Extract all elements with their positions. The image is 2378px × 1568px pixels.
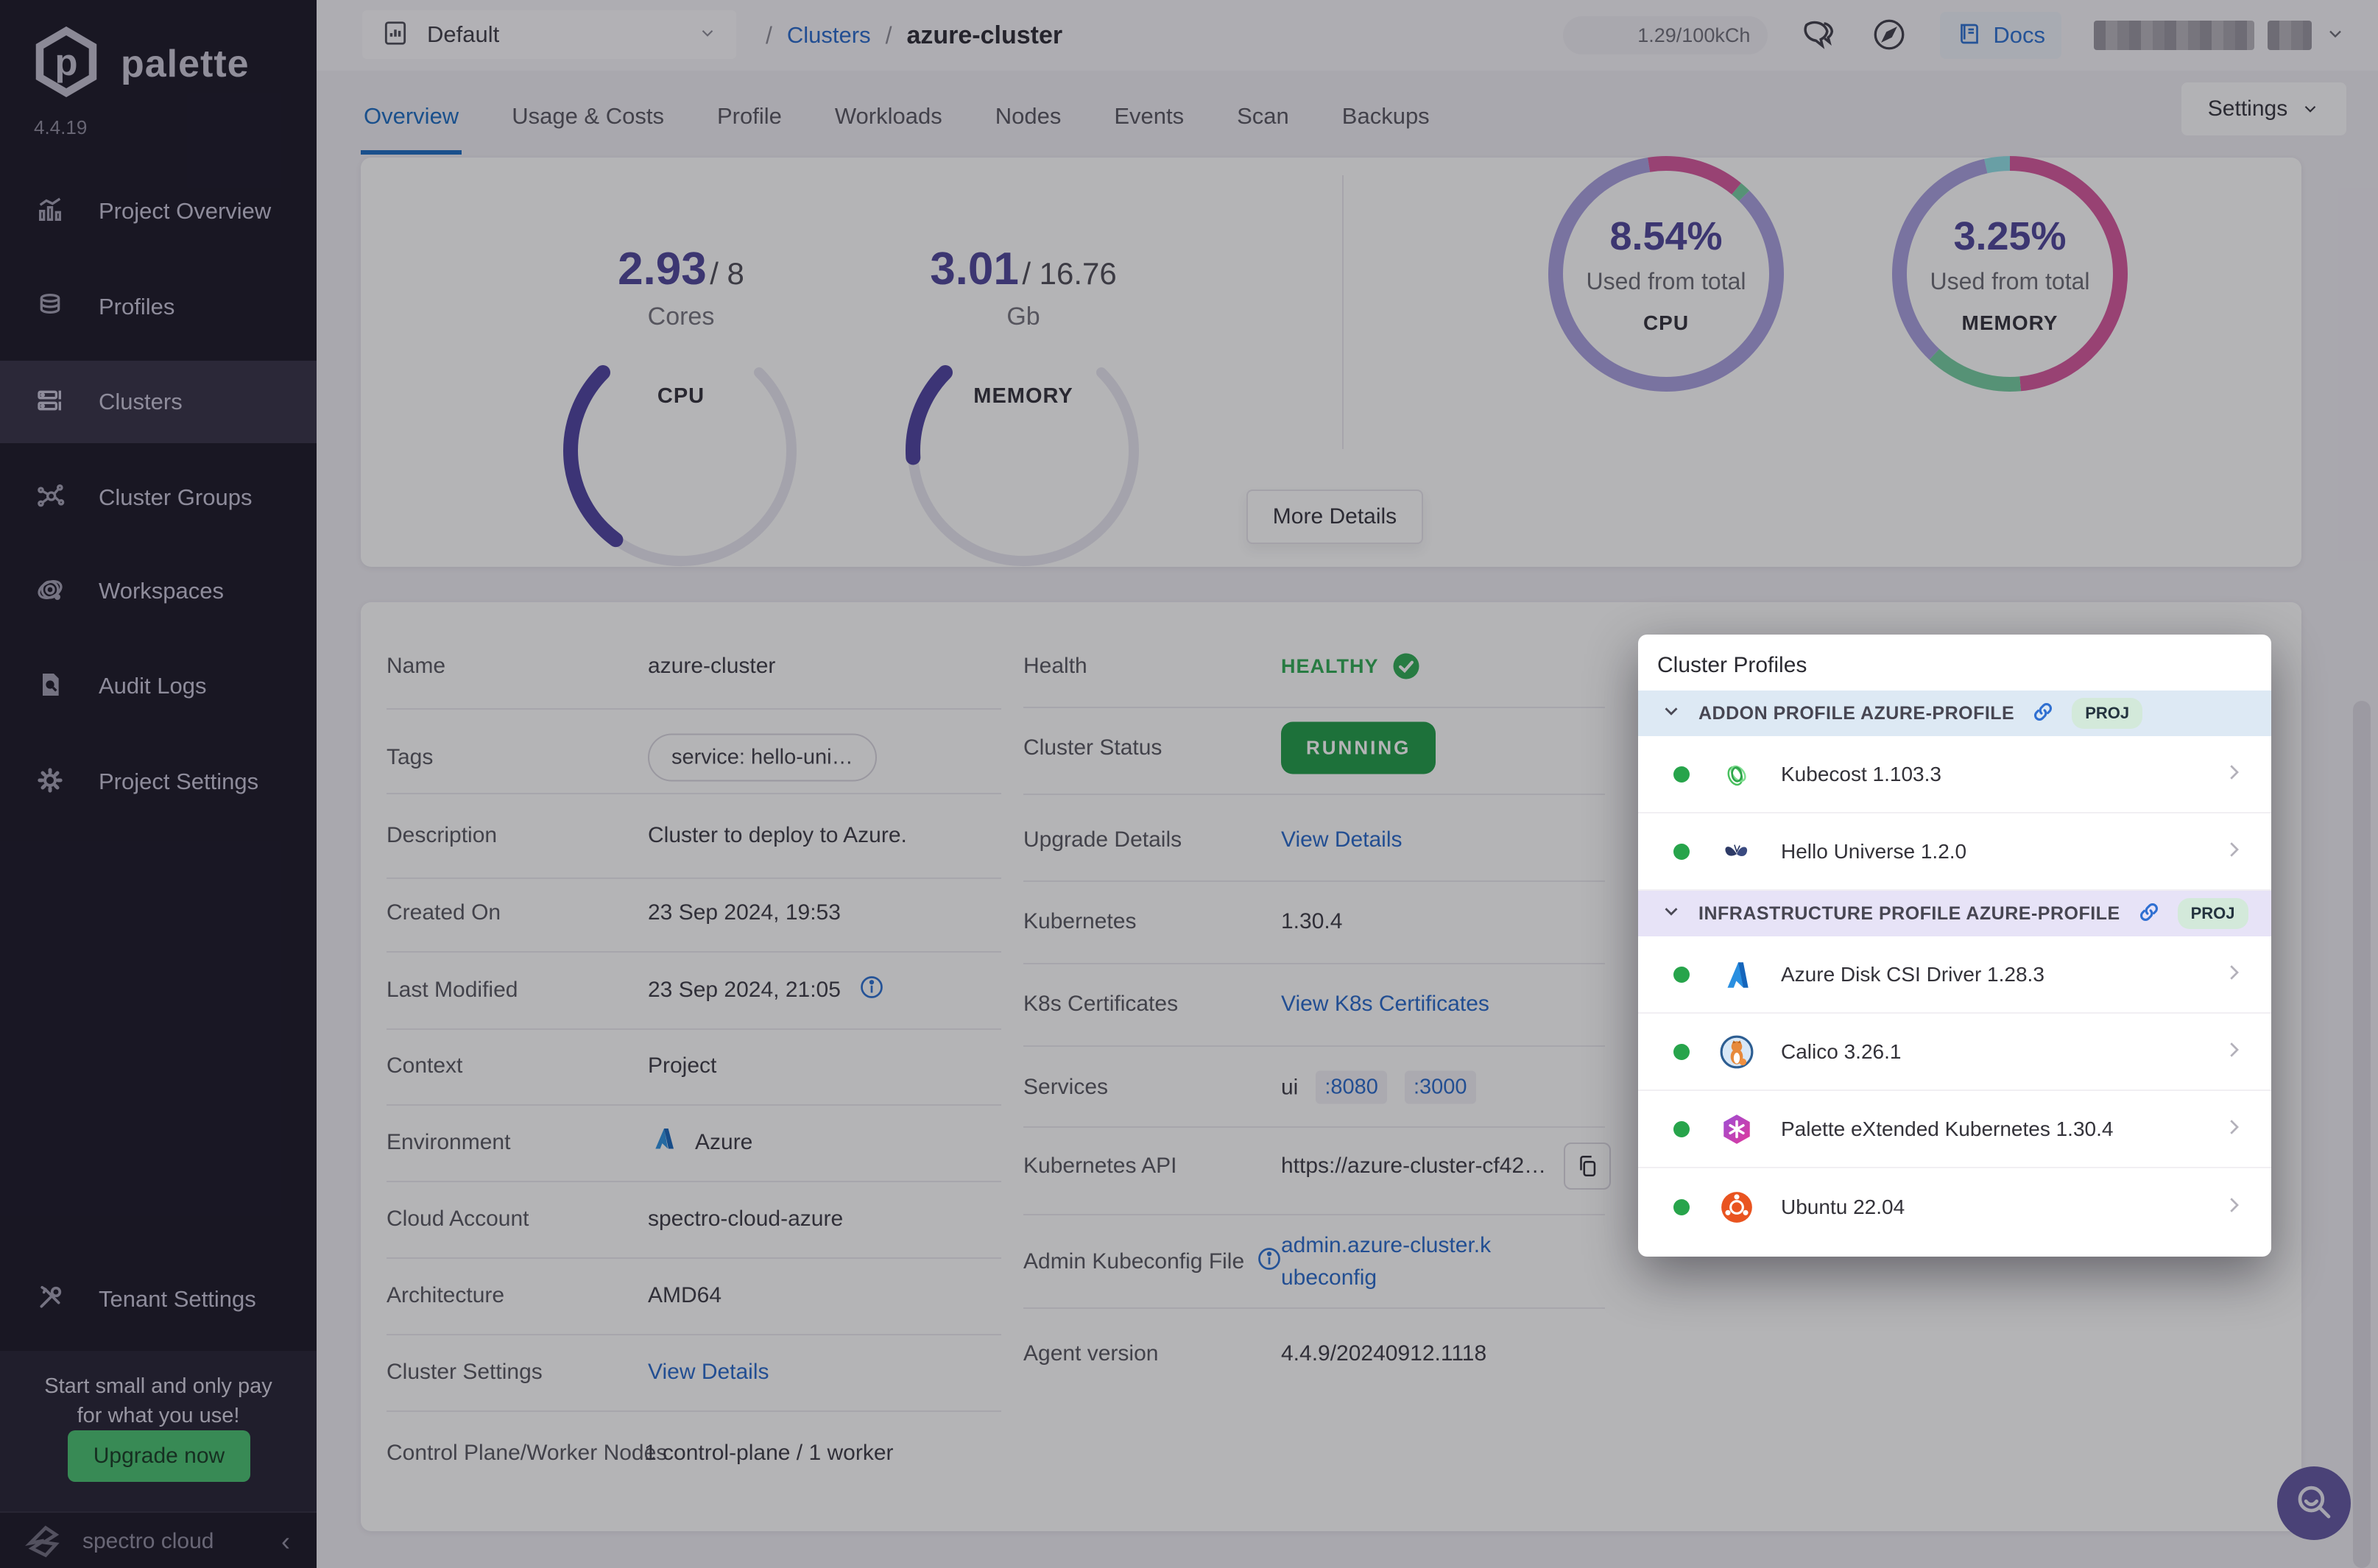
ubuntu-icon xyxy=(1719,1190,1754,1225)
scope-badge: PROJ xyxy=(2072,698,2142,729)
link-icon[interactable] xyxy=(2031,699,2056,728)
pxk-icon xyxy=(1719,1112,1754,1147)
profile-layer-label: Calico 3.26.1 xyxy=(1781,1040,1901,1064)
profile-layer-palette-extended-k8s[interactable]: Palette eXtended Kubernetes 1.30.4 xyxy=(1638,1091,2271,1168)
chevron-right-icon xyxy=(2223,761,2245,787)
chevron-right-icon xyxy=(2223,1116,2245,1142)
section-title: ADDON PROFILE AZURE-PROFILE xyxy=(1698,703,2014,724)
azure-icon xyxy=(1719,957,1754,992)
profile-layer-azure-disk-csi[interactable]: Azure Disk CSI Driver 1.28.3 xyxy=(1638,936,2271,1014)
profile-layer-label: Ubuntu 22.04 xyxy=(1781,1196,1905,1219)
status-dot xyxy=(1673,1044,1690,1060)
profile-layer-calico[interactable]: Calico 3.26.1 xyxy=(1638,1014,2271,1091)
cluster-profiles-panel: Cluster Profiles ADDON PROFILE AZURE-PRO… xyxy=(1638,635,2271,1257)
chevron-down-icon xyxy=(1660,700,1682,727)
profile-layer-label: Kubecost 1.103.3 xyxy=(1781,763,1941,786)
profile-layer-label: Palette eXtended Kubernetes 1.30.4 xyxy=(1781,1117,2113,1141)
calico-icon xyxy=(1719,1034,1754,1070)
scope-badge: PROJ xyxy=(2178,898,2248,929)
kubecost-icon xyxy=(1719,757,1754,792)
palette-cluster-overview-screen: p palette 4.4.19 Project Overview Profil… xyxy=(0,0,2378,1568)
section-title: INFRASTRUCTURE PROFILE AZURE-PROFILE xyxy=(1698,903,2120,925)
status-dot xyxy=(1673,967,1690,983)
status-dot xyxy=(1673,766,1690,783)
addon-profile-section-header[interactable]: ADDON PROFILE AZURE-PROFILE PROJ xyxy=(1638,691,2271,736)
profile-layer-ubuntu[interactable]: Ubuntu 22.04 xyxy=(1638,1168,2271,1246)
chevron-right-icon xyxy=(2223,1194,2245,1220)
link-icon[interactable] xyxy=(2137,900,2162,928)
status-dot xyxy=(1673,1199,1690,1215)
profile-layer-label: Azure Disk CSI Driver 1.28.3 xyxy=(1781,963,2044,986)
chevron-right-icon xyxy=(2223,961,2245,987)
cluster-profiles-title: Cluster Profiles xyxy=(1638,635,2271,691)
profile-layer-hello-universe[interactable]: Hello Universe 1.2.0 xyxy=(1638,813,2271,891)
profile-layer-label: Hello Universe 1.2.0 xyxy=(1781,840,1966,864)
chevron-right-icon xyxy=(2223,838,2245,864)
chevron-down-icon xyxy=(1660,900,1682,928)
profile-layer-kubecost[interactable]: Kubecost 1.103.3 xyxy=(1638,736,2271,813)
chevron-right-icon xyxy=(2223,1039,2245,1064)
status-dot xyxy=(1673,844,1690,860)
hello-universe-icon xyxy=(1719,834,1754,869)
status-dot xyxy=(1673,1121,1690,1137)
infrastructure-profile-section-header[interactable]: INFRASTRUCTURE PROFILE AZURE-PROFILE PRO… xyxy=(1638,891,2271,936)
